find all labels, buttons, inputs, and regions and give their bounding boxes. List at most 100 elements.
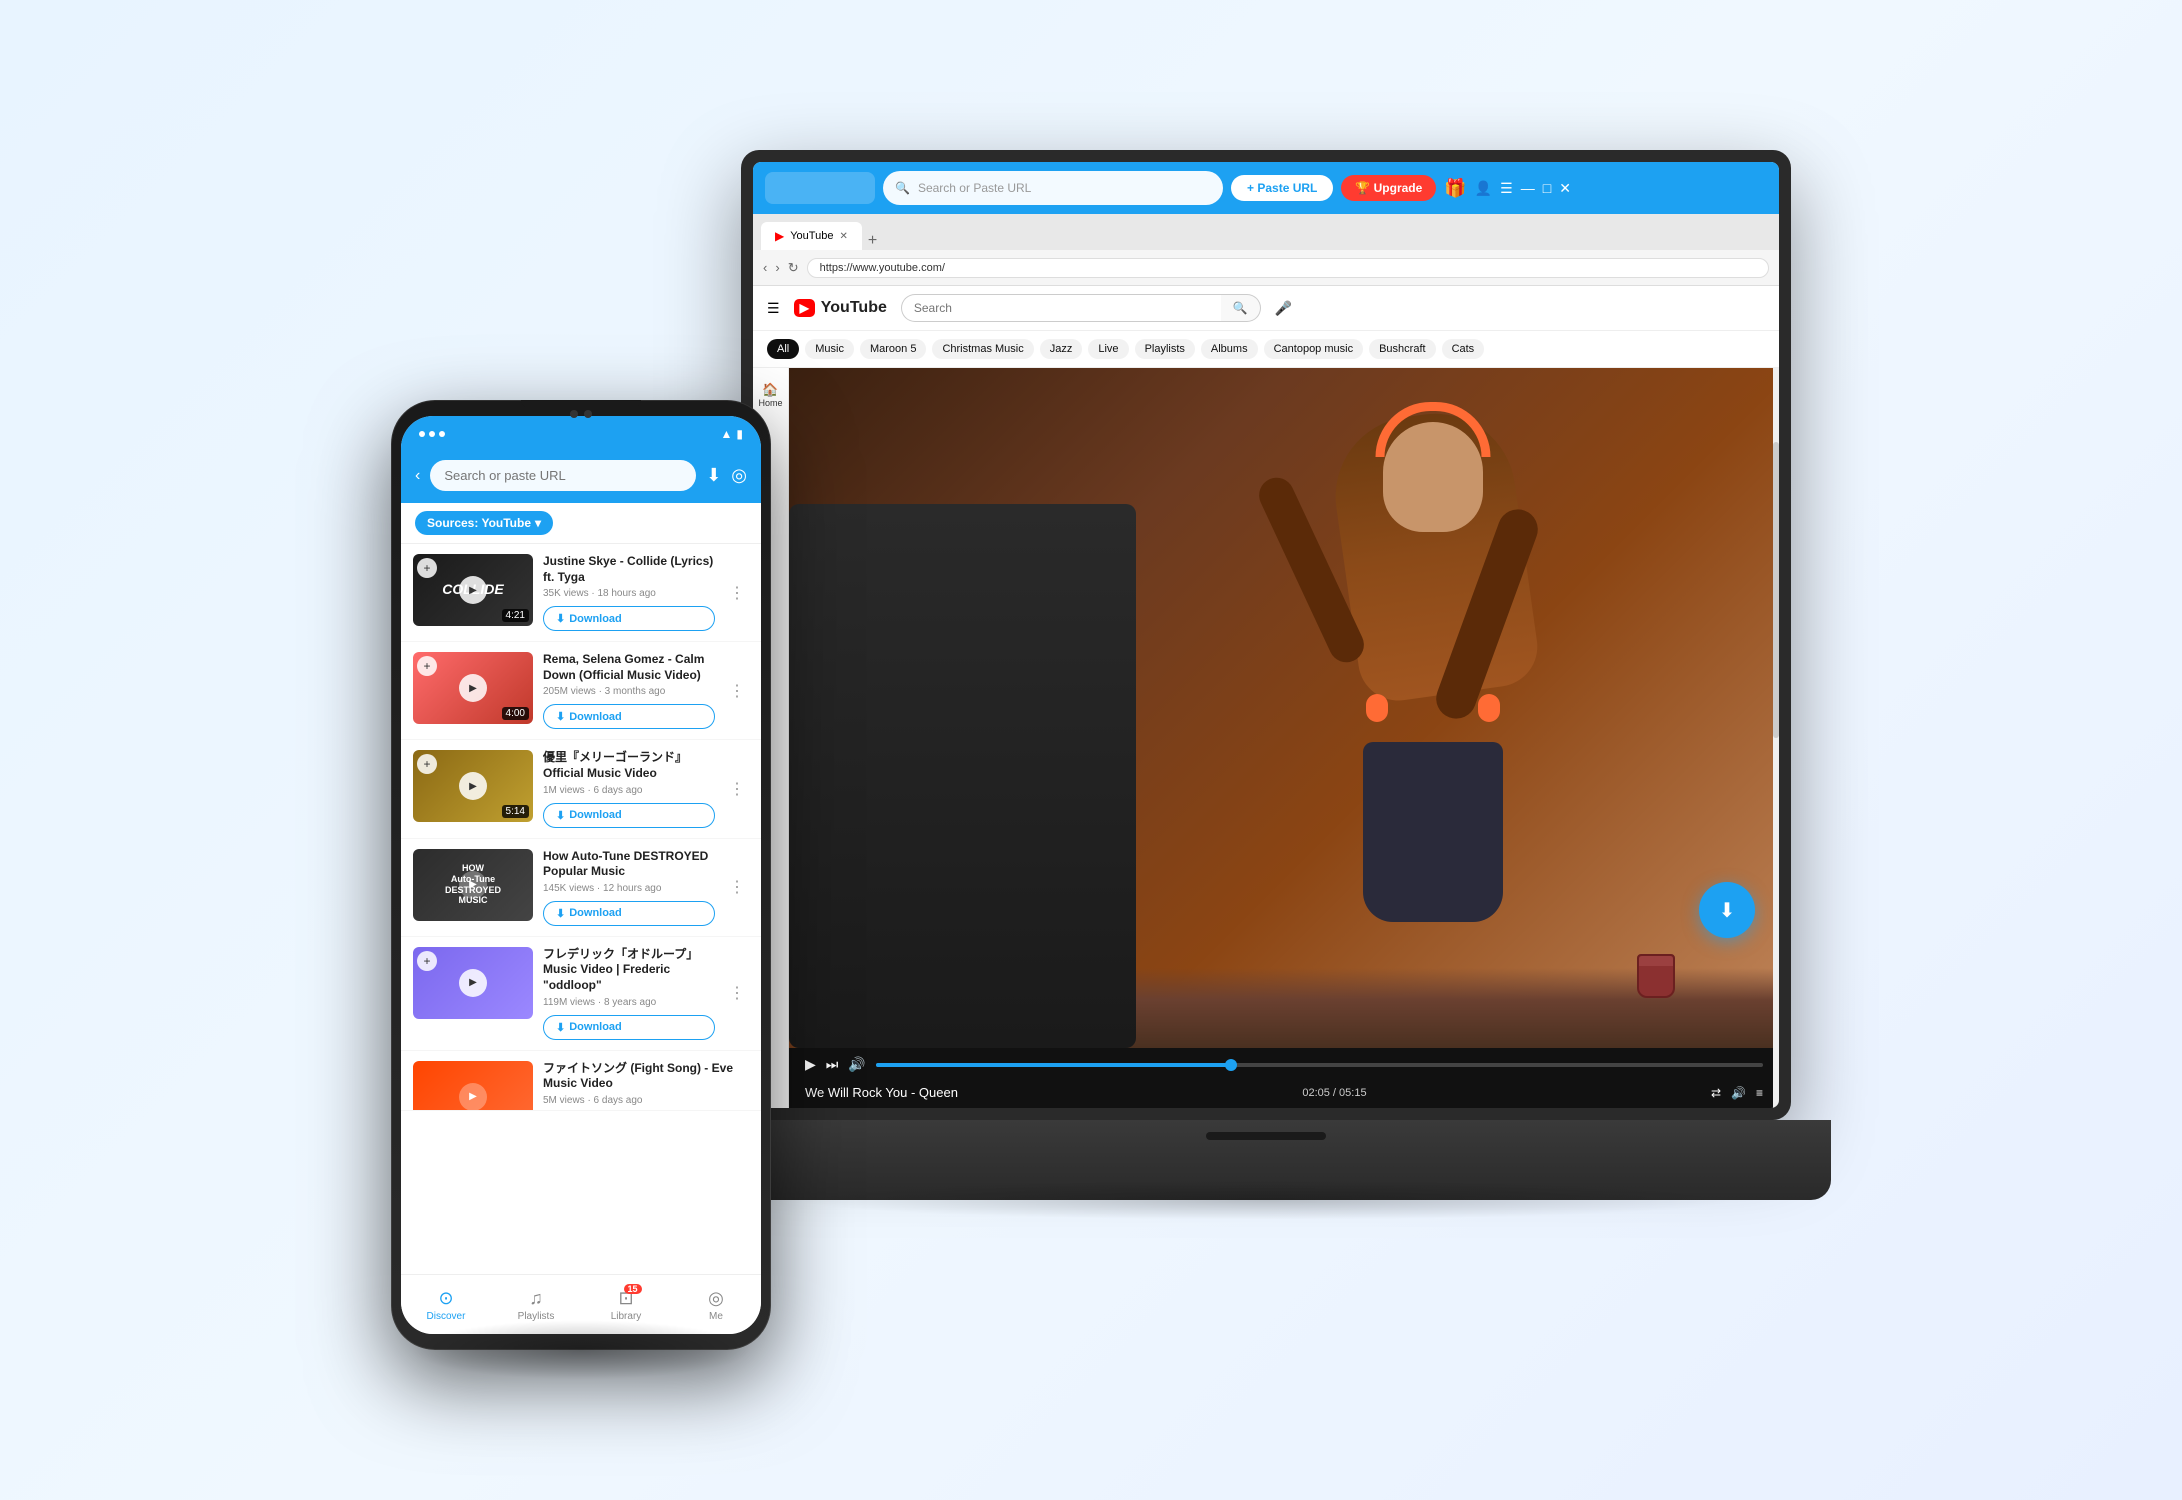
progress-bar-container[interactable] <box>876 1063 1763 1067</box>
phone-outer: ▲ ▮ ‹ ⬇ ◎ Sources: YouTube ▾ <box>391 400 771 1350</box>
chip-christmas[interactable]: Christmas Music <box>932 339 1033 359</box>
tab-close-button[interactable]: ✕ <box>839 231 847 242</box>
video-title-2: Rema, Selena Gomez - Calm Down (Official… <box>543 652 715 683</box>
video-thumb-4[interactable]: HOWAuto-TuneDESTROYEDMUSIC ▶ <box>413 849 533 921</box>
video-info-row: We Will Rock You - Queen 02:05 / 05:15 ⇄… <box>789 1081 1779 1108</box>
chip-all[interactable]: All <box>767 339 799 359</box>
laptop-search-bar[interactable]: 🔍 Search or Paste URL <box>883 171 1223 205</box>
video-thumb-3[interactable]: + ▶ 5:14 <box>413 750 533 822</box>
address-input[interactable]: https://www.youtube.com/ <box>807 258 1769 278</box>
upgrade-button[interactable]: 🏆 Upgrade <box>1341 175 1436 201</box>
play-btn-6[interactable]: ▶ <box>459 1083 487 1111</box>
video-meta-2: 205M views · 3 months ago <box>543 686 715 697</box>
paste-url-button[interactable]: + Paste URL <box>1231 175 1333 201</box>
video-info-3: 優里『メリーゴーランド』Official Music Video 1M view… <box>543 750 715 827</box>
more-btn-3[interactable]: ⋮ <box>725 779 749 799</box>
more-btn-2[interactable]: ⋮ <box>725 681 749 701</box>
forward-button[interactable]: › <box>775 260 779 275</box>
volume-button[interactable]: 🔊 <box>848 1056 865 1073</box>
phone-notch <box>521 400 641 408</box>
phone-discover-icon[interactable]: ◎ <box>731 465 747 486</box>
youtube-tab-icon: ▶ <box>775 229 784 243</box>
scrollbar[interactable] <box>1773 368 1779 1108</box>
download-arrow-3: ⬇ <box>556 809 565 822</box>
laptop: 🔍 Search or Paste URL + Paste URL 🏆 Upgr… <box>741 150 1791 1200</box>
next-button[interactable]: ⏭ <box>826 1056 839 1073</box>
youtube-search-button[interactable]: 🔍 <box>1221 294 1261 322</box>
video-thumb-2[interactable]: + ▶ 4:00 <box>413 652 533 724</box>
back-button[interactable]: ‹ <box>763 260 767 275</box>
more-btn-5[interactable]: ⋮ <box>725 983 749 1003</box>
download-arrow-1: ⬇ <box>556 612 565 625</box>
video-info-6: ファイトソング (Fight Song) - Eve Music Video 5… <box>543 1061 749 1106</box>
user-icon[interactable]: 👤 <box>1475 180 1492 197</box>
play-btn-5[interactable]: ▶ <box>459 969 487 997</box>
chip-live[interactable]: Live <box>1088 339 1128 359</box>
more-btn-1[interactable]: ⋮ <box>725 583 749 603</box>
laptop-shadow <box>794 1180 1739 1220</box>
phone-search-input[interactable] <box>430 460 696 491</box>
download-fab-button[interactable]: ⬇ <box>1699 882 1755 938</box>
phone-status-bar: ▲ ▮ <box>401 416 761 452</box>
chip-albums[interactable]: Albums <box>1201 339 1258 359</box>
browser-address-bar: ‹ › ↻ https://www.youtube.com/ <box>753 250 1779 286</box>
youtube-wordmark: YouTube <box>821 299 887 317</box>
signal-dot-1 <box>419 431 425 437</box>
chip-music[interactable]: Music <box>805 339 854 359</box>
download-btn-2[interactable]: ⬇ Download <box>543 704 715 729</box>
video-title: We Will Rock You - Queen <box>805 1085 958 1100</box>
maximize-icon[interactable]: □ <box>1543 180 1551 196</box>
extra-controls: ⇄ 🔊 ≡ <box>1711 1086 1763 1100</box>
chip-jazz[interactable]: Jazz <box>1040 339 1083 359</box>
gift-icon[interactable]: 🎁 <box>1444 178 1466 199</box>
refresh-button[interactable]: ↻ <box>788 260 799 276</box>
mic-icon[interactable]: 🎤 <box>1275 300 1292 317</box>
menu-icon[interactable]: ☰ <box>1500 180 1513 197</box>
download-btn-4[interactable]: ⬇ Download <box>543 901 715 926</box>
video-meta-1: 35K views · 18 hours ago <box>543 588 715 599</box>
topbar-icons: 👤 ☰ — □ ✕ <box>1475 180 1571 197</box>
chip-cantopop[interactable]: Cantopop music <box>1264 339 1364 359</box>
download-btn-1[interactable]: ⬇ Download <box>543 606 715 631</box>
youtube-search-input[interactable] <box>901 294 1221 322</box>
sources-label: Sources: YouTube <box>427 516 531 530</box>
chip-maroon5[interactable]: Maroon 5 <box>860 339 926 359</box>
menu-hamburger-icon[interactable]: ☰ <box>767 300 780 317</box>
phone-download-icon[interactable]: ⬇ <box>706 465 721 486</box>
browser-tab-youtube[interactable]: ▶ YouTube ✕ <box>761 222 862 250</box>
video-title-4: How Auto-Tune DESTROYED Popular Music <box>543 849 715 880</box>
new-tab-button[interactable]: + <box>864 232 881 250</box>
video-info-2: Rema, Selena Gomez - Calm Down (Official… <box>543 652 715 729</box>
chip-playlists[interactable]: Playlists <box>1135 339 1195 359</box>
minimize-icon[interactable]: — <box>1521 180 1535 196</box>
laptop-body: 🔍 Search or Paste URL + Paste URL 🏆 Upgr… <box>741 150 1791 1120</box>
chip-bushcraft[interactable]: Bushcraft <box>1369 339 1435 359</box>
close-icon[interactable]: ✕ <box>1559 180 1571 197</box>
volume-extra-icon[interactable]: 🔊 <box>1731 1086 1746 1100</box>
more-btn-4[interactable]: ⋮ <box>725 877 749 897</box>
play-btn-4[interactable]: ▶ <box>459 871 487 899</box>
video-meta-6: 5M views · 6 days ago <box>543 1095 749 1106</box>
video-thumb-5[interactable]: + ▶ <box>413 947 533 1019</box>
download-btn-5[interactable]: ⬇ Download <box>543 1015 715 1040</box>
youtube-main: 🏠 Home <box>753 368 1779 1108</box>
video-thumbnail[interactable]: ⬇ <box>789 368 1779 1048</box>
download-btn-3[interactable]: ⬇ Download <box>543 803 715 828</box>
youtube-chips: All Music Maroon 5 Christmas Music Jazz … <box>753 331 1779 368</box>
play-button[interactable]: ▶ <box>805 1056 816 1073</box>
phone-back-button[interactable]: ‹ <box>415 467 420 485</box>
video-thumb-6[interactable]: ▶ <box>413 1061 533 1111</box>
sources-dropdown[interactable]: Sources: YouTube ▾ <box>415 511 553 535</box>
play-btn-1[interactable]: ▶ <box>459 576 487 604</box>
play-btn-3[interactable]: ▶ <box>459 772 487 800</box>
chip-cats[interactable]: Cats <box>1442 339 1485 359</box>
progress-bar[interactable] <box>876 1063 1763 1067</box>
shuffle-icon[interactable]: ⇄ <box>1711 1086 1721 1100</box>
browser-area: ▶ YouTube ✕ + ‹ › ↻ https://www.youtube.… <box>753 214 1779 1108</box>
wifi-icon: ▲ <box>721 427 733 441</box>
play-btn-2[interactable]: ▶ <box>459 674 487 702</box>
queue-icon[interactable]: ≡ <box>1756 1086 1763 1100</box>
video-thumb-1[interactable]: + COLLIDE ▶ 4:21 <box>413 554 533 626</box>
youtube-search-box[interactable]: 🔍 <box>901 294 1261 322</box>
phone-cameras <box>570 410 592 418</box>
